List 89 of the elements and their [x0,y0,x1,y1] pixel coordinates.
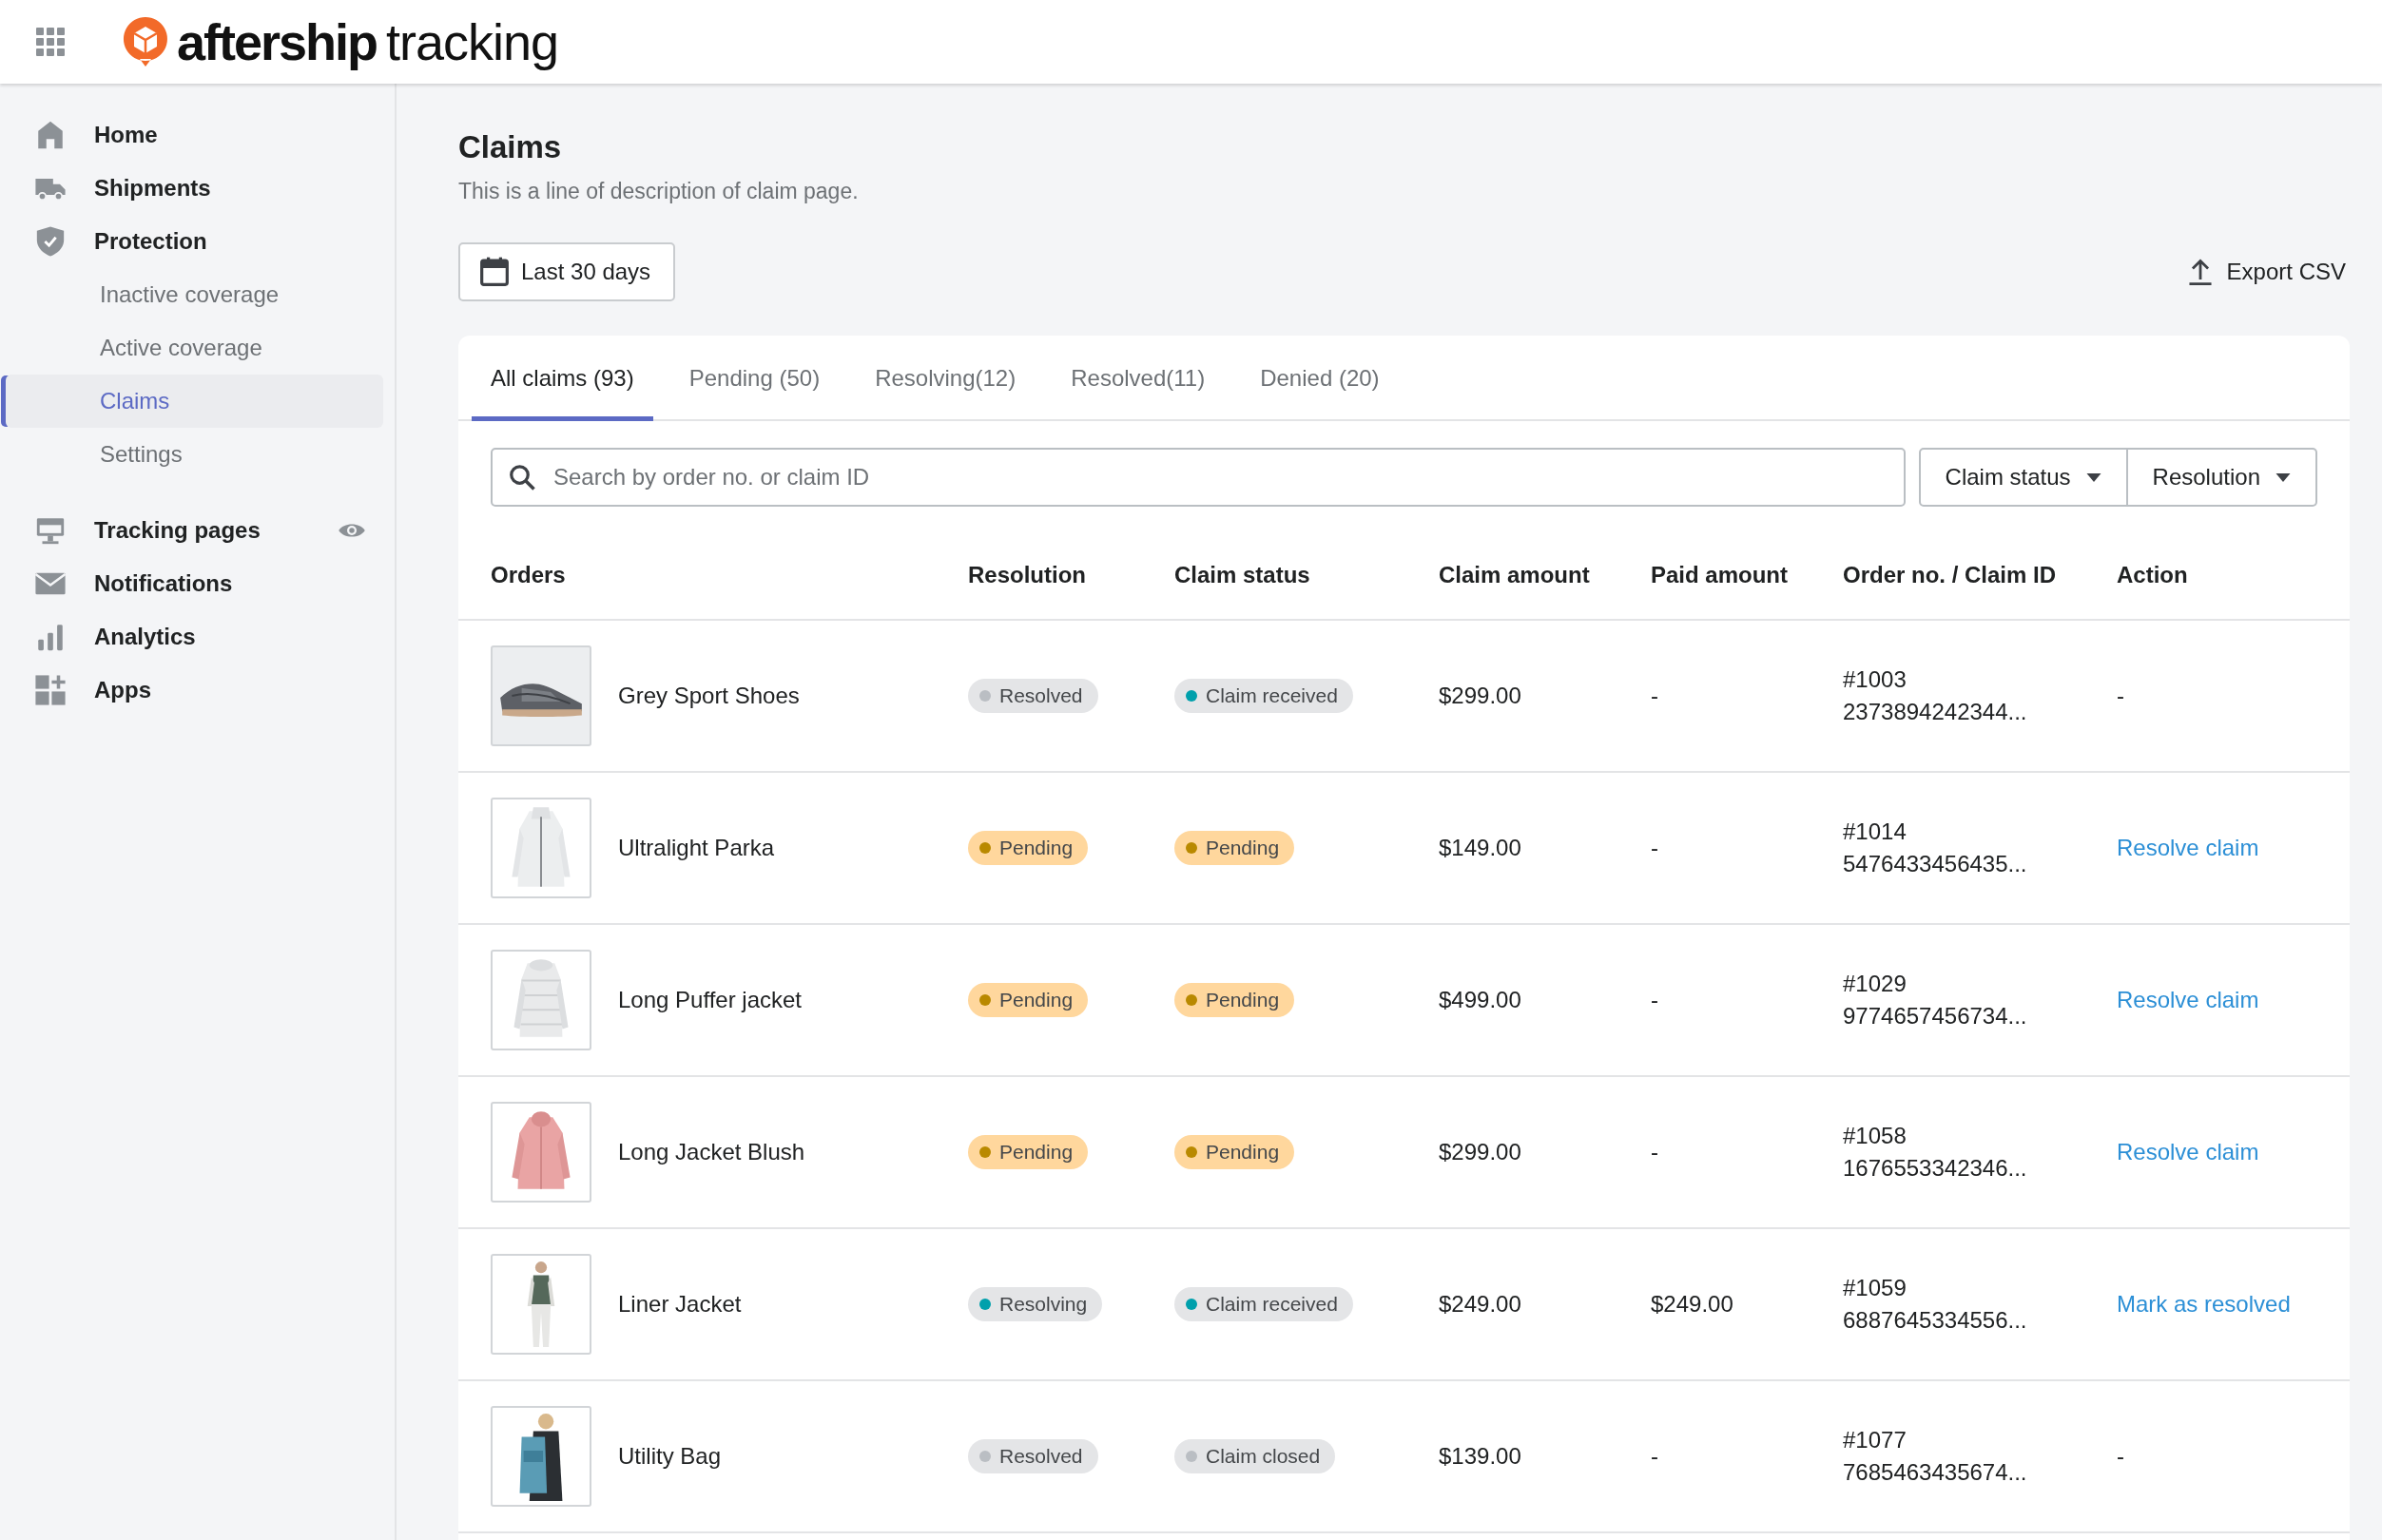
tab[interactable]: Pending (50) [669,336,840,421]
action-link[interactable]: Resolve claim [2117,1139,2259,1165]
column-header: Paid amount [1651,562,1789,588]
logo-icon [122,15,169,68]
tab[interactable]: Resolving(12) [856,336,1036,421]
resolution-badge: Pending [968,1135,1089,1169]
product-name: tracking [386,12,559,71]
nav-item[interactable]: Tracking pages [0,504,395,557]
tab[interactable]: Denied (20) [1241,336,1399,421]
product-name-cell: Liner Jacket [618,1291,742,1318]
nav-item[interactable]: Home [0,108,395,162]
status-badge: Claim received [1174,1287,1353,1321]
column-header: Orders [491,562,567,588]
resolution-badge: Resolved [968,1439,1098,1473]
column-header: Order no. / Claim ID [1843,562,2058,588]
column-header: Claim status [1174,562,1311,588]
claim-amount-cell-text: $139.00 [1439,1443,1522,1470]
claim-id-cell-text: 9774657456734... [1843,1003,2028,1030]
tab[interactable]: Resolved(11) [1052,336,1225,421]
caret-icon [2275,472,2291,482]
order-number-cell-text: #1029 [1843,971,1908,997]
resolution-badge: Resolved [968,679,1098,713]
nav-sub-item[interactable]: Settings [6,428,383,481]
status-badge: Pending [1174,983,1295,1017]
tab[interactable]: All claims (93) [472,336,653,421]
paid-amount-cell-text: $249.00 [1651,1291,1734,1318]
nav-item[interactable]: Notifications [0,557,395,610]
paid-amount-cell-text: - [1651,1443,1659,1470]
paid-amount-cell-text: - [1651,683,1659,709]
product-name-cell: Long Puffer jacket [618,987,803,1013]
nav-item[interactable]: Shipments [0,162,395,215]
resolution-badge: Pending [968,831,1089,865]
nav-item[interactable]: Protection [0,215,395,268]
paid-amount-cell-text: - [1651,1139,1659,1165]
calendar-icon [479,257,510,287]
claim-id-cell-text: 6887645334556... [1843,1307,2028,1334]
order-number-cell-text: #1077 [1843,1427,1908,1453]
status-badge: Pending [1174,831,1295,865]
claim-amount-cell-text: $499.00 [1439,987,1522,1013]
date-range-button[interactable]: Last 30 days [458,242,676,301]
nav-item[interactable]: Apps [0,664,395,717]
export-csv-button[interactable]: Export CSV [2182,258,2350,286]
order-number-cell-text: #1014 [1843,818,1908,845]
claim-id-cell-text: 1676553342346... [1843,1155,2028,1182]
upload-icon [2186,258,2214,286]
order-number-cell-text: #1059 [1843,1275,1908,1301]
shield-check-icon [34,225,67,258]
status-badge: Claim received [1174,679,1353,713]
action-cell: - [2117,1443,2124,1469]
add-apps-icon [34,674,67,706]
action-link[interactable]: Resolve claim [2117,987,2259,1012]
column-header: Claim amount [1439,562,1591,588]
order-number-cell-text: #1003 [1843,666,1908,693]
column-header: Action [2117,562,2189,588]
claim-amount-cell-text: $299.00 [1439,683,1522,709]
claim-amount-cell-text: $149.00 [1439,835,1522,861]
nav-sub-item[interactable]: Active coverage [6,321,383,375]
claim-id-cell-text: 5476433456435... [1843,851,2028,877]
paid-amount-cell-text: - [1651,835,1659,861]
filter-dropdown[interactable]: Resolution [2127,448,2317,507]
caret-icon [2085,472,2101,482]
nav-sub-item[interactable]: Inactive coverage [6,268,383,321]
claim-amount-cell-text: $299.00 [1439,1139,1522,1165]
order-number-cell-text: #1058 [1843,1123,1908,1149]
action-link[interactable]: Mark as resolved [2117,1291,2291,1317]
product-name-cell: Long Jacket Blush [618,1139,805,1165]
status-badge: Pending [1174,1135,1295,1169]
action-link[interactable]: Resolve claim [2117,835,2259,860]
filter-dropdown[interactable]: Claim status [1918,448,2128,507]
app-grid-icon[interactable] [36,28,65,56]
search-icon [508,463,536,491]
resolution-badge: Pending [968,983,1089,1017]
nav-item[interactable]: Analytics [0,610,395,664]
product-name-cell: Ultralight Parka [618,835,775,861]
product-name-cell: Grey Sport Shoes [618,683,800,709]
eye-icon[interactable] [338,521,366,540]
claim-amount-cell-text: $249.00 [1439,1291,1522,1318]
action-cell: - [2117,683,2124,708]
column-header: Resolution [968,562,1087,588]
page-description: This is a line of description of claim page. [458,179,860,204]
paid-amount-cell-text: - [1651,987,1659,1013]
page-title: Claims [458,129,563,165]
status-badge: Claim closed [1174,1439,1336,1473]
claim-id-cell-text: 2373894242344... [1843,699,2028,725]
product-name-cell: Utility Bag [618,1443,722,1470]
claim-id-cell-text: 7685463435674... [1843,1459,2028,1486]
search-field[interactable]: Search by order no. or claim ID [491,448,1906,507]
brand-name: aftership [177,12,378,71]
resolution-badge: Resolving [968,1287,1103,1321]
